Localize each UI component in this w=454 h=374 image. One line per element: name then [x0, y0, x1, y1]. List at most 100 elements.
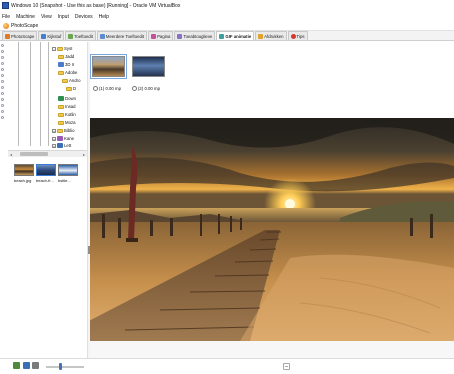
- file-thumbnail-strip: beach.jpg beach-fr... bsitle...: [14, 164, 80, 194]
- add-icon[interactable]: [13, 362, 20, 369]
- tab-label: GIF animatie: [225, 33, 252, 39]
- tree-item[interactable]: Jadd: [58, 54, 74, 59]
- tree-item[interactable]: D: [66, 86, 76, 91]
- frame-thumbnail[interactable]: [132, 56, 165, 77]
- tree-item-label: Andro: [69, 78, 81, 83]
- scroll-left-icon[interactable]: ◂: [10, 152, 12, 157]
- folder-icon: [58, 104, 64, 109]
- tree-item[interactable]: Moza: [58, 120, 76, 125]
- tree-item[interactable]: Adobe: [58, 70, 77, 75]
- side-dots: [0, 44, 6, 134]
- menu-machine[interactable]: Machine: [16, 14, 35, 20]
- tab-batch-editor[interactable]: Meerdere Toeftoedit: [96, 31, 148, 40]
- tree-item[interactable]: + Biblio: [52, 128, 75, 133]
- vm-menubar: File Machine View Input Devices Help: [0, 12, 454, 21]
- tab-gif-animation[interactable]: GIF animatie: [216, 31, 255, 40]
- animation-frames: (1) 0.00 mp (2) 0.00 mp: [90, 42, 454, 118]
- menu-view[interactable]: View: [41, 14, 52, 20]
- tree-item-label: Lett: [64, 143, 72, 148]
- tree-item[interactable]: Andro: [62, 78, 80, 83]
- menu-devices[interactable]: Devices: [75, 14, 93, 20]
- gif-icon: [219, 33, 225, 39]
- tree-item-label: Kane: [64, 136, 75, 141]
- tree-item-label: Jadd: [65, 54, 75, 59]
- file-thumbnail[interactable]: beach-fr...: [36, 164, 56, 183]
- library-icon: [57, 136, 63, 141]
- folder-icon: [58, 54, 64, 59]
- tree-item-label: Down: [65, 96, 76, 101]
- tab-label: PhotoScape: [11, 33, 35, 39]
- fit-icon[interactable]: [283, 363, 290, 370]
- tree-item[interactable]: + Kane: [52, 136, 74, 141]
- tree-lines: [8, 42, 87, 147]
- combine-icon: [177, 33, 183, 39]
- tab-editor[interactable]: Toeftoedit: [65, 31, 96, 40]
- folder-tree: - Syst Jadd 3D Ir Adobe Andro D Down Ins…: [8, 42, 87, 159]
- zoom-slider[interactable]: [46, 366, 84, 368]
- thumbnail-image: [14, 164, 34, 176]
- tab-label: Toeabtouglieve: [183, 33, 213, 39]
- zoom-slider-knob[interactable]: [59, 363, 62, 370]
- file-thumbnail[interactable]: bsitle...: [58, 164, 78, 183]
- menu-help[interactable]: Help: [99, 14, 109, 20]
- bottom-toolbar: [0, 358, 454, 374]
- expander-icon[interactable]: +: [52, 143, 56, 148]
- tree-item-label: Kotlin: [65, 112, 76, 117]
- thumbnail-image: [58, 164, 78, 176]
- thumbnail-label: bsitle...: [58, 178, 71, 183]
- scrollbar-thumb[interactable]: [20, 152, 48, 156]
- tab-page[interactable]: Pagina: [148, 31, 174, 40]
- expander-icon[interactable]: -: [52, 46, 56, 51]
- image-preview: [90, 118, 454, 341]
- rotate-icon[interactable]: [23, 362, 30, 369]
- batch-editor-icon: [99, 33, 105, 39]
- folder-icon: [58, 120, 64, 125]
- folder-icon: [57, 128, 63, 133]
- thumbnail-image: [36, 164, 56, 176]
- frame-checkbox-icon[interactable]: [93, 86, 98, 91]
- tree-item-label: Moza: [65, 120, 76, 125]
- 3d-objects-icon: [58, 62, 64, 67]
- tree-item[interactable]: Insad: [58, 104, 76, 109]
- tree-item-label: Adobe: [65, 70, 78, 75]
- tab-label: Kijkstuf: [47, 33, 62, 39]
- print-icon: [258, 33, 264, 39]
- tree-item[interactable]: Down: [58, 96, 76, 101]
- menu-file[interactable]: File: [2, 14, 10, 20]
- tree-item-label: Insad: [65, 104, 76, 109]
- frame-thumbnail[interactable]: [90, 54, 127, 79]
- tree-item[interactable]: Kotlin: [58, 112, 76, 117]
- expander-icon[interactable]: +: [52, 128, 56, 133]
- tab-print[interactable]: Afdrukken: [255, 31, 287, 40]
- folder-icon: [58, 112, 64, 117]
- tab-photoscape[interactable]: PhotoScape: [2, 31, 38, 40]
- tree-item-label: D: [73, 86, 77, 91]
- tab-label: Meerdere Toeftoedit: [105, 33, 145, 39]
- tree-item-label: 3D Ir: [65, 62, 75, 67]
- scroll-right-icon[interactable]: ▸: [83, 152, 85, 157]
- frame-checkbox-icon[interactable]: [132, 86, 137, 91]
- virtualbox-icon: [2, 2, 9, 9]
- folder-icon: [58, 70, 64, 75]
- tab-tips[interactable]: Tips: [287, 31, 308, 40]
- folder-icon: [57, 46, 63, 51]
- tab-viewer[interactable]: Kijkstuf: [38, 31, 65, 40]
- tab-bar: PhotoScape Kijkstuf Toeftoedit Meerdere …: [0, 31, 454, 41]
- file-thumbnail[interactable]: beach.jpg: [14, 164, 34, 183]
- tab-combine[interactable]: Toeabtouglieve: [174, 31, 216, 40]
- tree-item[interactable]: - Syst: [52, 46, 72, 51]
- folder-icon: [62, 78, 68, 83]
- app-titlebar: PhotoScape: [0, 21, 454, 31]
- thumbnail-label: beach-fr...: [36, 178, 54, 183]
- menu-input[interactable]: Input: [58, 14, 69, 20]
- expander-icon[interactable]: +: [52, 136, 56, 141]
- frame-size-text: (2) 0.00 mp: [138, 86, 160, 91]
- tree-item[interactable]: 3D Ir: [58, 62, 74, 67]
- photoscape-logo-icon: [3, 23, 9, 29]
- tab-label: Afdrukken: [264, 33, 284, 39]
- tree-item-label: Biblio: [64, 128, 75, 133]
- tab-label: Tips: [296, 33, 305, 39]
- tree-item[interactable]: + Lett: [52, 143, 71, 148]
- tree-horizontal-scrollbar[interactable]: ◂ ▸: [8, 150, 87, 157]
- settings-icon[interactable]: [32, 362, 39, 369]
